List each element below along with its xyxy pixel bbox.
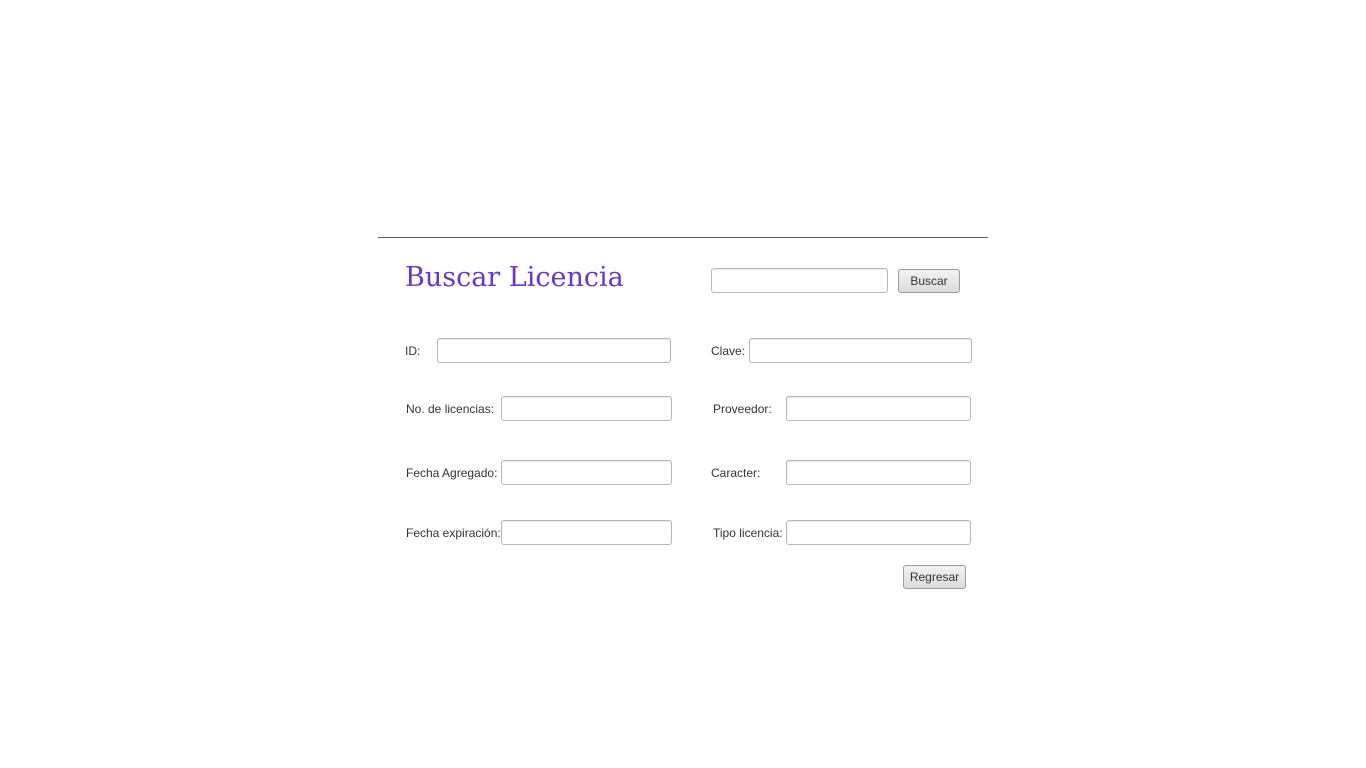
fecha-agregado-label: Fecha Agregado: [406, 466, 498, 480]
tipo-licencia-label: Tipo licencia: [713, 526, 783, 540]
fecha-expiracion-label: Fecha expiración: [406, 526, 501, 540]
clave-field[interactable] [749, 338, 972, 363]
caracter-label: Caracter: [711, 466, 761, 480]
id-field[interactable] [437, 338, 671, 363]
tipo-licencia-field[interactable] [786, 520, 971, 545]
no-licencias-label: No. de licencias: [406, 402, 495, 416]
license-search-screen: Buscar Licencia Buscar ID: Clave: No. de… [0, 0, 1366, 768]
search-button[interactable]: Buscar [898, 269, 960, 293]
proveedor-field[interactable] [786, 396, 971, 421]
fecha-agregado-field[interactable] [501, 460, 672, 485]
clave-label: Clave: [711, 344, 746, 358]
caracter-field[interactable] [786, 460, 971, 485]
top-divider [378, 237, 988, 238]
page-title: Buscar Licencia [405, 262, 624, 293]
no-licencias-field[interactable] [501, 396, 672, 421]
back-button[interactable]: Regresar [903, 565, 966, 589]
fecha-expiracion-field[interactable] [501, 520, 672, 545]
id-label: ID: [405, 344, 421, 358]
proveedor-label: Proveedor: [713, 402, 772, 416]
search-input[interactable] [711, 268, 888, 293]
